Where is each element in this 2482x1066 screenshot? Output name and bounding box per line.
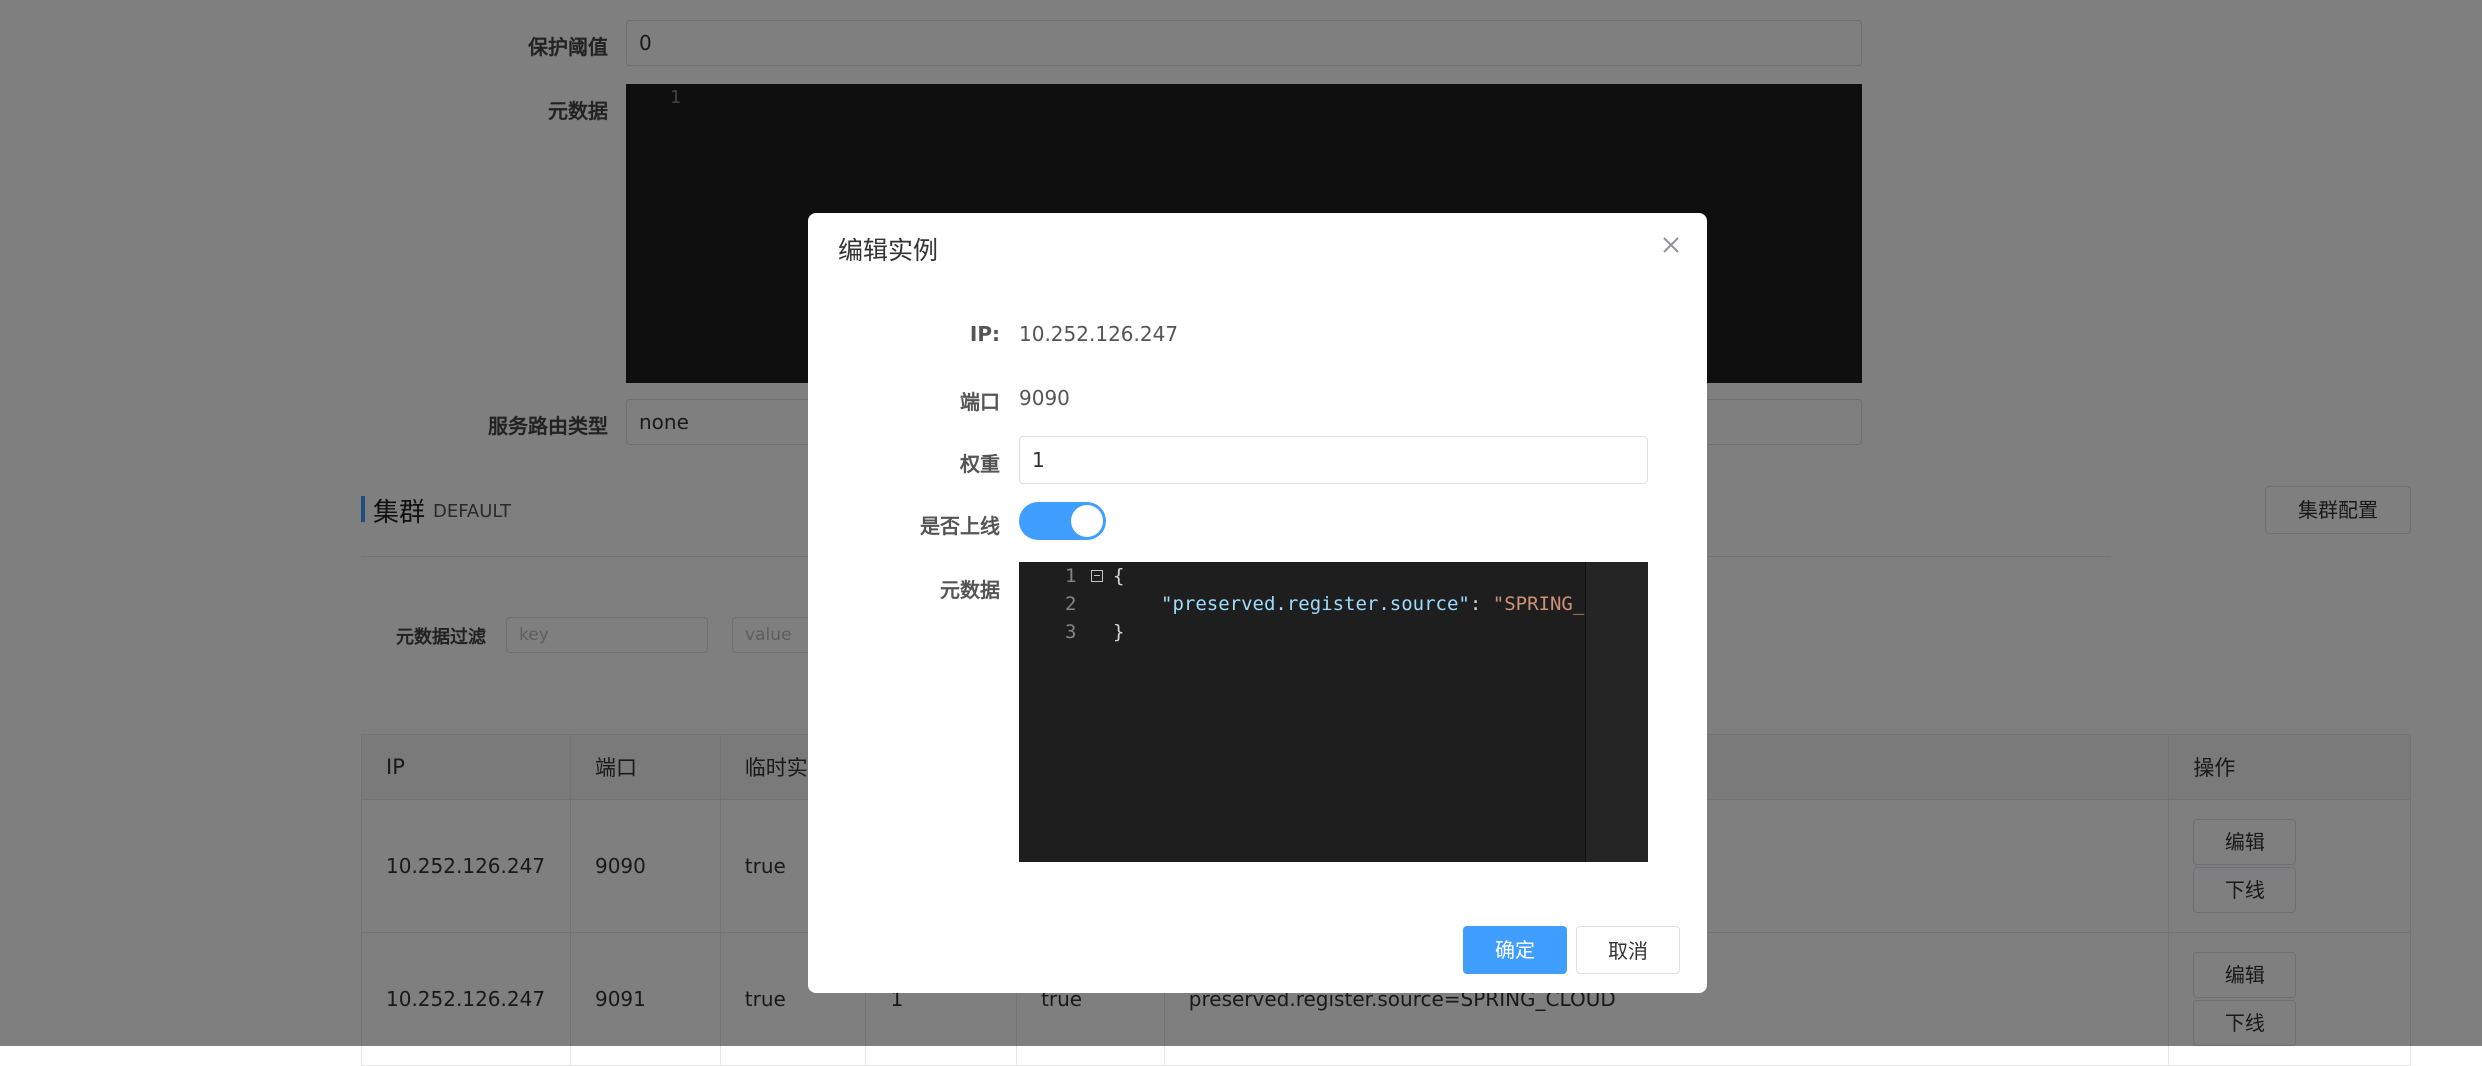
ip-label: IP: bbox=[969, 322, 1000, 346]
weight-label: 权重 bbox=[960, 452, 1000, 476]
json-value: "SPRING_ bbox=[1492, 593, 1585, 615]
fold-toggle-icon[interactable] bbox=[1091, 570, 1103, 582]
port-value: 9090 bbox=[1019, 386, 1070, 410]
line-number: 1 bbox=[1065, 565, 1077, 587]
editor-minimap[interactable] bbox=[1585, 562, 1648, 862]
code-line: "preserved.register.source": "SPRING_ bbox=[1161, 593, 1584, 615]
weight-input[interactable]: 1 bbox=[1019, 436, 1648, 484]
port-label: 端口 bbox=[960, 390, 1000, 414]
toggle-knob bbox=[1071, 505, 1103, 537]
line-number: 2 bbox=[1065, 593, 1077, 615]
edit-instance-dialog: 编辑实例 IP: 10.252.126.247 端口 9090 权重 1 是否上… bbox=[808, 213, 1707, 993]
close-icon[interactable] bbox=[1657, 231, 1685, 259]
online-label: 是否上线 bbox=[920, 514, 1000, 538]
code-line: } bbox=[1113, 621, 1125, 643]
line-number: 3 bbox=[1065, 621, 1077, 643]
json-separator: : bbox=[1469, 593, 1493, 615]
json-key: "preserved.register.source" bbox=[1161, 593, 1470, 615]
metadata-json-editor[interactable]: 1 2 3 { "preserved.register.source": "SP… bbox=[1019, 562, 1648, 862]
code-line: { bbox=[1113, 565, 1125, 587]
dialog-metadata-label: 元数据 bbox=[940, 578, 1000, 602]
dialog-title: 编辑实例 bbox=[838, 236, 939, 265]
confirm-button[interactable]: 确定 bbox=[1463, 926, 1567, 974]
ip-value: 10.252.126.247 bbox=[1019, 322, 1179, 346]
online-toggle[interactable] bbox=[1019, 502, 1106, 540]
cancel-button[interactable]: 取消 bbox=[1576, 926, 1680, 974]
